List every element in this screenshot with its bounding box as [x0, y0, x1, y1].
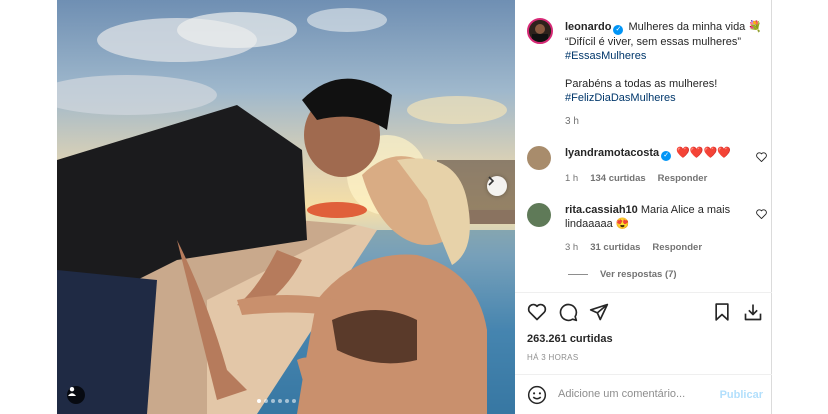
view-replies-button[interactable]: Ver respostas (7) — [568, 269, 677, 280]
hashtag-link[interactable]: #EssasMulheres — [565, 49, 765, 63]
divider — [515, 292, 772, 293]
comment-input[interactable] — [558, 388, 708, 400]
hashtag-link[interactable]: #FelizDiaDasMulheres — [565, 91, 765, 105]
commenter-avatar[interactable] — [527, 203, 551, 227]
verified-icon: ✓ — [613, 25, 624, 35]
action-bar — [527, 302, 763, 324]
commenter-avatar[interactable] — [527, 146, 551, 170]
share-icon[interactable] — [589, 302, 609, 322]
post-photo[interactable] — [57, 0, 515, 414]
comment-username[interactable]: rita.cassiah10 — [565, 204, 638, 216]
verified-icon: ✓ — [661, 151, 672, 161]
replies-line — [568, 274, 588, 275]
emoji-icon[interactable] — [527, 385, 547, 405]
view-replies-label: Ver respostas (7) — [600, 269, 677, 280]
comment-body: lyandramotacosta ✓ ❤️❤️❤️❤️ — [565, 146, 745, 161]
comment-meta: 3 h 31 curtidas Responder — [565, 241, 714, 255]
user-tag-icon — [68, 387, 76, 396]
divider — [515, 374, 772, 375]
comment-like-icon[interactable] — [756, 152, 767, 162]
comment-like-icon[interactable] — [756, 209, 767, 219]
posted-ago: HÁ 3 HORAS — [527, 353, 579, 362]
carousel-dots — [257, 399, 296, 403]
carousel-dot — [285, 399, 289, 403]
post-time[interactable]: 3 h — [565, 116, 579, 127]
comment-username[interactable]: lyandramotacosta — [565, 147, 659, 159]
comment-icon[interactable] — [558, 302, 578, 322]
page-margin-left — [0, 0, 57, 414]
carousel-dot — [278, 399, 282, 403]
download-icon[interactable] — [743, 302, 763, 322]
reply-button[interactable]: Responder — [658, 173, 708, 184]
reply-button[interactable]: Responder — [652, 242, 702, 253]
publish-button[interactable]: Publicar — [720, 389, 763, 401]
comment-time[interactable]: 3 h — [565, 242, 578, 253]
carousel-dot — [264, 399, 268, 403]
carousel-next-button[interactable] — [487, 176, 507, 196]
page-margin-right — [773, 0, 828, 414]
author-avatar[interactable] — [527, 18, 553, 44]
carousel-dot — [257, 399, 261, 403]
comment-time[interactable]: 1 h — [565, 173, 578, 184]
photo-scene — [57, 8, 515, 414]
post-caption: leonardo ✓ Mulheres da minha vida 💐 “Difí… — [565, 20, 765, 105]
carousel-dot — [292, 399, 296, 403]
post-details-panel: leonardo ✓ Mulheres da minha vida 💐 “Difí… — [515, 0, 772, 414]
comment-likes[interactable]: 31 curtidas — [590, 242, 640, 253]
comment-text: ❤️❤️❤️❤️ — [676, 147, 732, 159]
user-tag-button[interactable] — [67, 386, 85, 404]
comment-meta: 1 h 134 curtidas Responder — [565, 172, 719, 186]
comment-body: rita.cassiah10 Maria Alice a mais lindaa… — [565, 203, 745, 231]
caption-text: Parabéns a todas as mulheres! — [565, 78, 718, 90]
bookmark-icon[interactable] — [712, 302, 732, 322]
add-comment-bar: Publicar — [527, 385, 763, 405]
author-username[interactable]: leonardo — [565, 21, 611, 33]
carousel-dot — [271, 399, 275, 403]
caption-quote: “Difícil é viver, sem essas mulheres” — [565, 36, 742, 48]
comment-likes[interactable]: 134 curtidas — [590, 173, 645, 184]
chevron-right-icon — [488, 176, 495, 186]
heart-icon[interactable] — [527, 302, 547, 322]
likes-count[interactable]: 263.261 curtidas — [527, 333, 613, 345]
caption-text: Mulheres da minha vida 💐 — [628, 21, 763, 33]
avatar-image — [529, 20, 551, 42]
